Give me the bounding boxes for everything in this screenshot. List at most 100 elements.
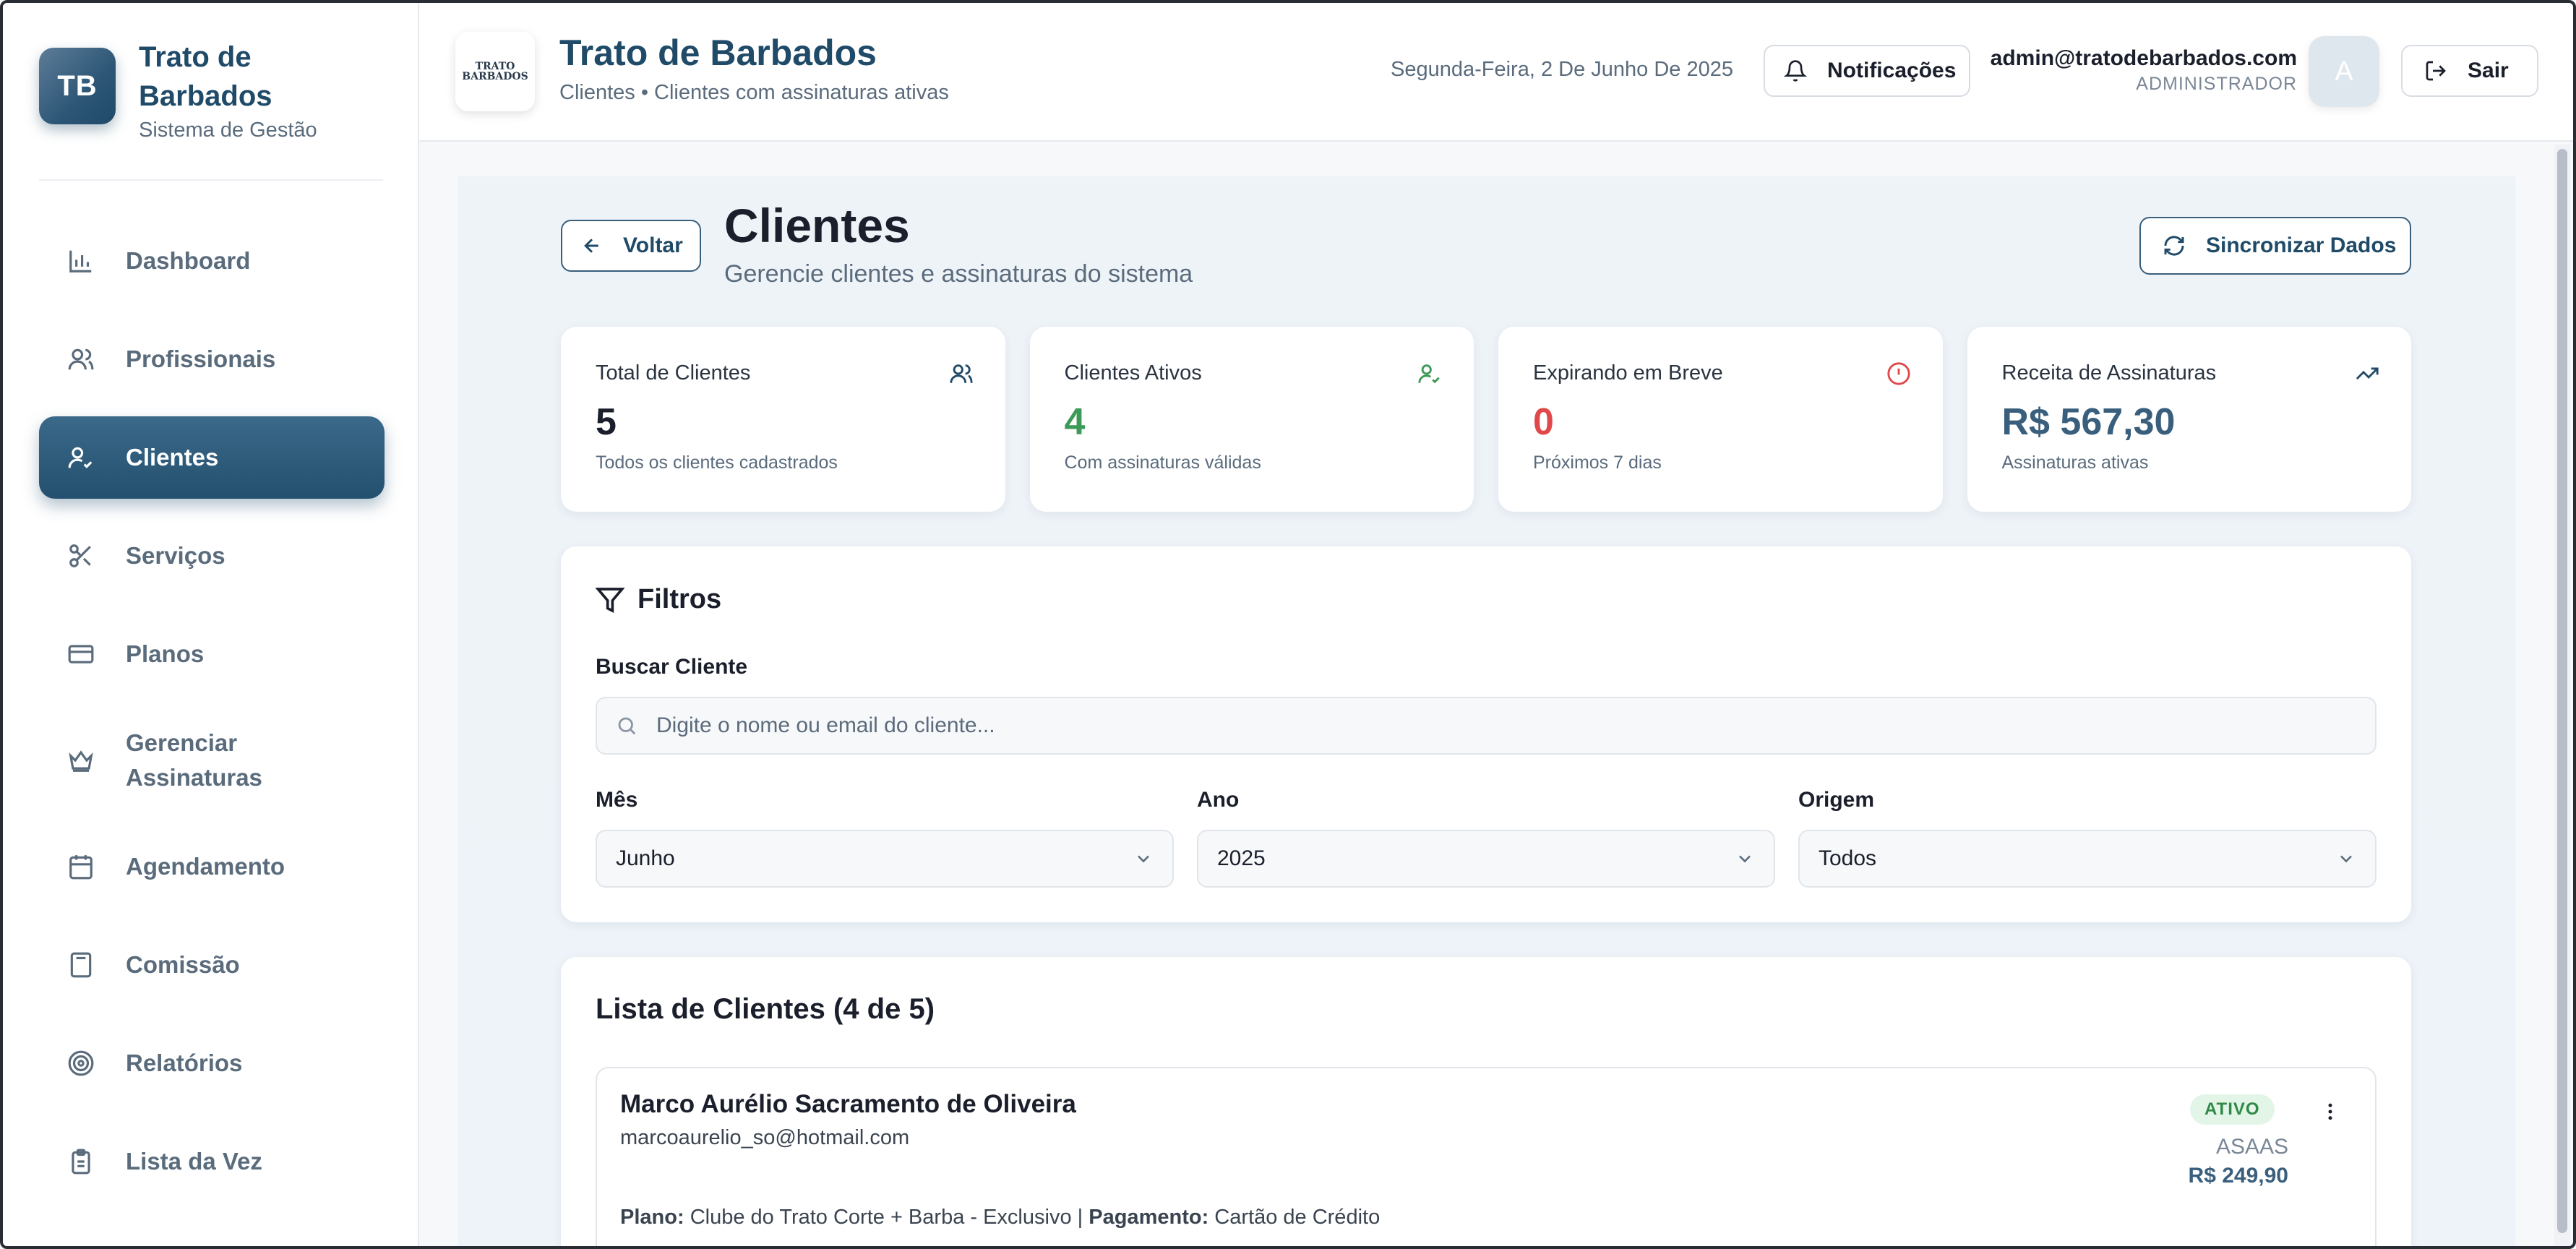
sidebar-item-clientes[interactable]: Clientes <box>39 416 385 499</box>
status-badge: ATIVO <box>2190 1094 2275 1125</box>
stat-value: 4 <box>1064 401 1086 443</box>
client-price: R$ 249,90 <box>2188 1164 2288 1188</box>
month-label: Mês <box>596 788 638 812</box>
payment-label: Pagamento: <box>1089 1206 1209 1229</box>
sidebar-item-agendamento[interactable]: Agendamento <box>39 825 385 908</box>
year-label: Ano <box>1197 788 1240 812</box>
plan-separator: | <box>1077 1206 1083 1229</box>
client-origin: ASAAS <box>2215 1135 2288 1159</box>
scrollbar-thumb[interactable] <box>2557 149 2567 1233</box>
brand: TB Trato de Barbados Sistema de Gestão <box>39 38 386 146</box>
month-select[interactable]: Junho <box>596 830 1174 888</box>
sidebar-item-label: Agendamento <box>126 853 285 880</box>
page-title: Clientes <box>724 199 910 252</box>
sidebar-item-label: Dashboard <box>126 247 251 274</box>
sidebar-item-label: Gerenciar Assinaturas <box>126 729 262 791</box>
stats-row: Total de Clientes 5 Todos os clientes ca… <box>561 327 2411 512</box>
sidebar-item-label: Planos <box>126 640 205 667</box>
stat-subtext: Assinaturas ativas <box>2001 452 2149 473</box>
sidebar-item-dashboard[interactable]: Dashboard <box>39 220 385 302</box>
sidebar-item-servicos[interactable]: Serviços <box>39 515 385 597</box>
client-list-title: Lista de Clientes (4 de 5) <box>596 993 935 1025</box>
crown-icon <box>66 746 95 775</box>
origin-value: Todos <box>1819 846 1877 870</box>
client-email: marcoaurelio_so@hotmail.com <box>620 1126 910 1149</box>
sync-label: Sincronizar Dados <box>2206 233 2397 257</box>
payment-value: Cartão de Crédito <box>1214 1206 1381 1229</box>
scissors-icon <box>66 541 95 570</box>
sidebar-item-planos[interactable]: Planos <box>39 613 385 695</box>
user-check-icon <box>66 443 95 472</box>
stat-card-total-clients: Total de Clientes 5 Todos os clientes ca… <box>561 327 1005 512</box>
stat-value: 0 <box>1533 401 1554 443</box>
brand-logo: TB <box>39 48 116 124</box>
sidebar-divider <box>39 179 383 181</box>
client-list-card: Lista de Clientes (4 de 5) Marco Aurélio… <box>561 957 2411 1246</box>
users-icon <box>66 345 95 374</box>
sidebar-item-gerenciar-assinaturas[interactable]: Gerenciar Assinaturas <box>39 711 385 810</box>
chevron-down-icon <box>1138 855 1149 863</box>
scrollbar[interactable] <box>2554 145 2570 1246</box>
sidebar-item-relatorios[interactable]: Relatórios <box>39 1022 385 1104</box>
origin-label: Origem <box>1798 788 1875 812</box>
sidebar-item-profissionais[interactable]: Profissionais <box>39 318 385 400</box>
app-window: TB Trato de Barbados Sistema de Gestão D… <box>0 0 2576 1249</box>
year-select[interactable]: 2025 <box>1197 830 1775 888</box>
header-logo-text: BARBADOS <box>462 71 528 82</box>
header-title: Trato de Barbados <box>559 33 877 73</box>
breadcrumb: Clientes • Clientes com assinaturas ativ… <box>559 81 949 104</box>
filter-icon <box>596 587 624 613</box>
notifications-button[interactable]: Notificações <box>1764 45 1970 97</box>
brand-title: Trato de Barbados <box>139 41 272 112</box>
sync-data-button[interactable]: Sincronizar Dados <box>2139 217 2411 275</box>
search-input[interactable] <box>656 713 2319 738</box>
topbar: TRATO BARBADOS Trato de Barbados Clientes… <box>419 3 2573 142</box>
header-logo: TRATO BARBADOS <box>455 32 535 111</box>
search-label: Buscar Cliente <box>596 655 748 679</box>
clipboard-list-icon <box>66 1147 95 1176</box>
filters-card: Filtros Buscar Cliente Mês Junho Ano 202… <box>561 546 2411 922</box>
sidebar-item-lista-da-vez[interactable]: Lista da Vez <box>39 1120 385 1203</box>
sidebar-item-comissao[interactable]: Comissão <box>39 924 385 1006</box>
stat-label: Clientes Ativos <box>1064 361 1202 385</box>
stat-card-subscription-revenue: Receita de Assinaturas R$ 567,30 Assinat… <box>1967 327 2411 512</box>
client-row[interactable]: Marco Aurélio Sacramento de Oliveira mar… <box>596 1067 2377 1246</box>
search-field[interactable] <box>596 697 2377 755</box>
bell-icon <box>1784 60 1807 82</box>
logout-icon <box>2426 61 2446 81</box>
credit-card-icon <box>66 640 95 669</box>
stat-card-active-clients: Clientes Ativos 4 Com assinaturas válida… <box>1029 327 1474 512</box>
stat-subtext: Próximos 7 dias <box>1533 452 1662 473</box>
sidebar-item-label: Serviços <box>126 542 226 569</box>
user-email: admin@tratodebarbados.com <box>1990 46 2297 70</box>
trending-up-icon <box>2355 361 2379 386</box>
avatar[interactable]: A <box>2309 36 2379 107</box>
stat-label: Receita de Assinaturas <box>2001 361 2217 385</box>
stat-label: Total de Clientes <box>596 361 751 385</box>
client-plan-line: Plano: Clube do Trato Corte + Barba - Ex… <box>620 1206 1380 1229</box>
sidebar-item-label: Clientes <box>126 444 219 471</box>
current-date: Segunda-Feira, 2 De Junho De 2025 <box>1391 58 1733 81</box>
logout-button[interactable]: Sair <box>2401 45 2538 97</box>
page-subtitle: Gerencie clientes e assinaturas do siste… <box>724 260 1193 288</box>
stat-subtext: Todos os clientes cadastrados <box>596 452 838 473</box>
back-button[interactable]: Voltar <box>561 220 701 272</box>
sidebar-item-label: Comissão <box>126 951 240 978</box>
origin-select[interactable]: Todos <box>1798 830 2377 888</box>
alert-circle-icon <box>1886 361 1911 386</box>
more-options-button[interactable] <box>2316 1097 2345 1126</box>
notifications-label: Notificações <box>1827 59 1957 82</box>
sidebar-item-label: Profissionais <box>126 345 276 372</box>
logout-label: Sair <box>2468 59 2509 82</box>
stat-subtext: Com assinaturas válidas <box>1064 452 1261 473</box>
calendar-icon <box>66 852 95 881</box>
client-name: Marco Aurélio Sacramento de Oliveira <box>620 1090 1076 1118</box>
chevron-down-icon <box>1739 855 1751 863</box>
sidebar: TB Trato de Barbados Sistema de Gestão D… <box>3 3 419 1246</box>
user-check-icon <box>1417 361 1442 386</box>
month-value: Junho <box>616 846 675 870</box>
search-icon <box>618 717 636 735</box>
calculator-icon <box>66 950 95 979</box>
refresh-icon <box>2164 236 2184 256</box>
plan-value: Clube do Trato Corte + Barba - Exclusivo <box>690 1206 1072 1229</box>
